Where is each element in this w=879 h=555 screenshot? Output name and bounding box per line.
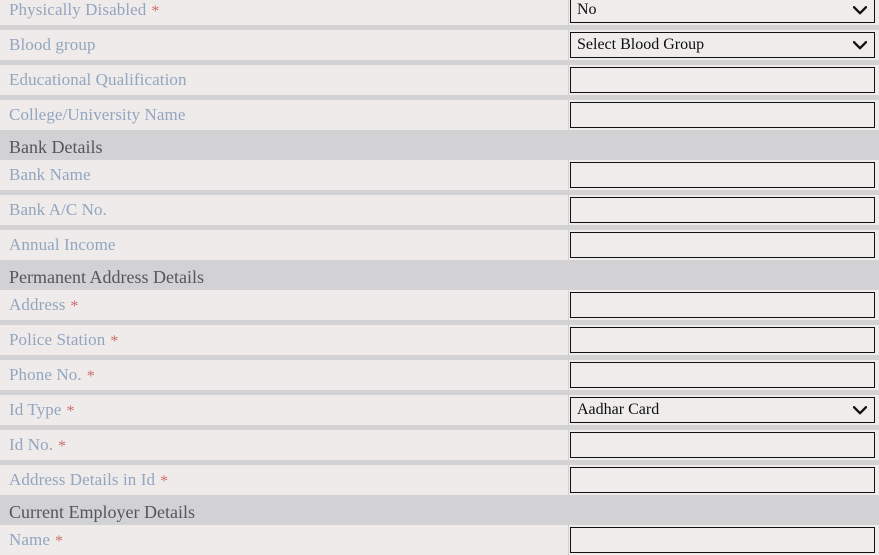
label-cell-id-no: Id No. * — [0, 430, 568, 460]
section-header-bank-details: Bank Details — [0, 135, 879, 160]
control-cell-college-university-name — [569, 100, 879, 130]
label-cell-bank-ac-no: Bank A/C No. — [0, 195, 568, 225]
control-cell-bank-name — [569, 160, 879, 190]
field-label-college-university-name: College/University Name — [9, 105, 186, 124]
select-id-type[interactable]: Aadhar Card — [570, 397, 875, 423]
section-header-label: Current Employer Details — [9, 502, 195, 522]
control-cell-address — [569, 290, 879, 320]
select-blood-group[interactable]: Select Blood Group — [570, 32, 875, 58]
field-label-employer-name: Name — [9, 530, 50, 549]
required-marker: * — [160, 473, 169, 490]
required-marker: * — [151, 3, 160, 20]
label-cell-employer-name: Name * — [0, 525, 568, 555]
control-cell-physically-disabled: No — [569, 0, 879, 25]
label-cell-phone-no: Phone No. * — [0, 360, 568, 390]
field-label-blood-group: Blood group — [9, 35, 96, 54]
section-header-label: Bank Details — [9, 137, 103, 157]
input-educational-qualification[interactable] — [570, 67, 875, 93]
registration-form: Physically Disabled * No Blood group Select … — [0, 0, 879, 555]
field-label-address-details-in-id: Address Details in Id — [9, 470, 156, 489]
select-wrapper-id-type: Aadhar Card — [570, 397, 875, 423]
control-cell-id-no — [569, 430, 879, 460]
required-marker: * — [70, 298, 79, 315]
form-row-physically-disabled: Physically Disabled * No — [0, 0, 879, 25]
label-cell-police-station: Police Station * — [0, 325, 568, 355]
select-wrapper-blood-group: Select Blood Group — [570, 32, 875, 58]
form-row-blood-group: Blood group Select Blood Group — [0, 30, 879, 60]
control-cell-police-station — [569, 325, 879, 355]
label-cell-educational-qualification: Educational Qualification — [0, 65, 568, 95]
section-header-label: Permanent Address Details — [9, 267, 204, 287]
input-bank-ac-no[interactable] — [570, 197, 875, 223]
label-cell-college-university-name: College/University Name — [0, 100, 568, 130]
form-row-educational-qualification: Educational Qualification — [0, 65, 879, 95]
section-header-permanent-address-details: Permanent Address Details — [0, 265, 879, 290]
label-cell-address-details-in-id: Address Details in Id * — [0, 465, 568, 495]
field-label-educational-qualification: Educational Qualification — [9, 70, 187, 89]
form-row-phone-no: Phone No. * — [0, 360, 879, 390]
field-label-bank-name: Bank Name — [9, 165, 91, 184]
input-annual-income[interactable] — [570, 232, 875, 258]
input-address[interactable] — [570, 292, 875, 318]
control-cell-id-type: Aadhar Card — [569, 395, 879, 425]
required-marker: * — [110, 333, 119, 350]
field-label-id-type: Id Type — [9, 400, 62, 419]
control-cell-address-details-in-id — [569, 465, 879, 495]
field-label-address: Address — [9, 295, 66, 314]
form-row-college-university-name: College/University Name — [0, 100, 879, 130]
form-row-annual-income: Annual Income — [0, 230, 879, 260]
label-cell-bank-name: Bank Name — [0, 160, 568, 190]
form-row-address: Address * — [0, 290, 879, 320]
label-cell-annual-income: Annual Income — [0, 230, 568, 260]
label-cell-id-type: Id Type * — [0, 395, 568, 425]
input-employer-name[interactable] — [570, 527, 875, 553]
form-row-address-details-in-id: Address Details in Id * — [0, 465, 879, 495]
control-cell-bank-ac-no — [569, 195, 879, 225]
input-address-details-in-id[interactable] — [570, 467, 875, 493]
field-label-physically-disabled: Physically Disabled — [9, 0, 147, 19]
required-marker: * — [58, 438, 67, 455]
form-row-id-no: Id No. * — [0, 430, 879, 460]
input-bank-name[interactable] — [570, 162, 875, 188]
control-cell-blood-group: Select Blood Group — [569, 30, 879, 60]
form-row-police-station: Police Station * — [0, 325, 879, 355]
control-cell-educational-qualification — [569, 65, 879, 95]
select-wrapper-physically-disabled: No — [570, 0, 875, 23]
control-cell-annual-income — [569, 230, 879, 260]
field-label-phone-no: Phone No. — [9, 365, 82, 384]
control-cell-phone-no — [569, 360, 879, 390]
field-label-police-station: Police Station — [9, 330, 106, 349]
label-cell-address: Address * — [0, 290, 568, 320]
required-marker: * — [66, 403, 75, 420]
input-phone-no[interactable] — [570, 362, 875, 388]
required-marker: * — [86, 368, 95, 385]
control-cell-employer-name — [569, 525, 879, 555]
form-row-bank-ac-no: Bank A/C No. — [0, 195, 879, 225]
required-marker: * — [55, 533, 63, 550]
input-college-university-name[interactable] — [570, 102, 875, 128]
form-row-bank-name: Bank Name — [0, 160, 879, 190]
label-cell-blood-group: Blood group — [0, 30, 568, 60]
input-id-no[interactable] — [570, 432, 875, 458]
field-label-id-no: Id No. — [9, 435, 54, 454]
field-label-annual-income: Annual Income — [9, 235, 116, 254]
field-label-bank-ac-no: Bank A/C No. — [9, 200, 108, 219]
input-police-station[interactable] — [570, 327, 875, 353]
form-row-employer-name: Name * — [0, 525, 879, 555]
section-header-current-employer-details: Current Employer Details — [0, 500, 879, 525]
select-physically-disabled[interactable]: No — [570, 0, 875, 23]
label-cell-physically-disabled: Physically Disabled * — [0, 0, 568, 25]
form-row-id-type: Id Type * Aadhar Card — [0, 395, 879, 425]
